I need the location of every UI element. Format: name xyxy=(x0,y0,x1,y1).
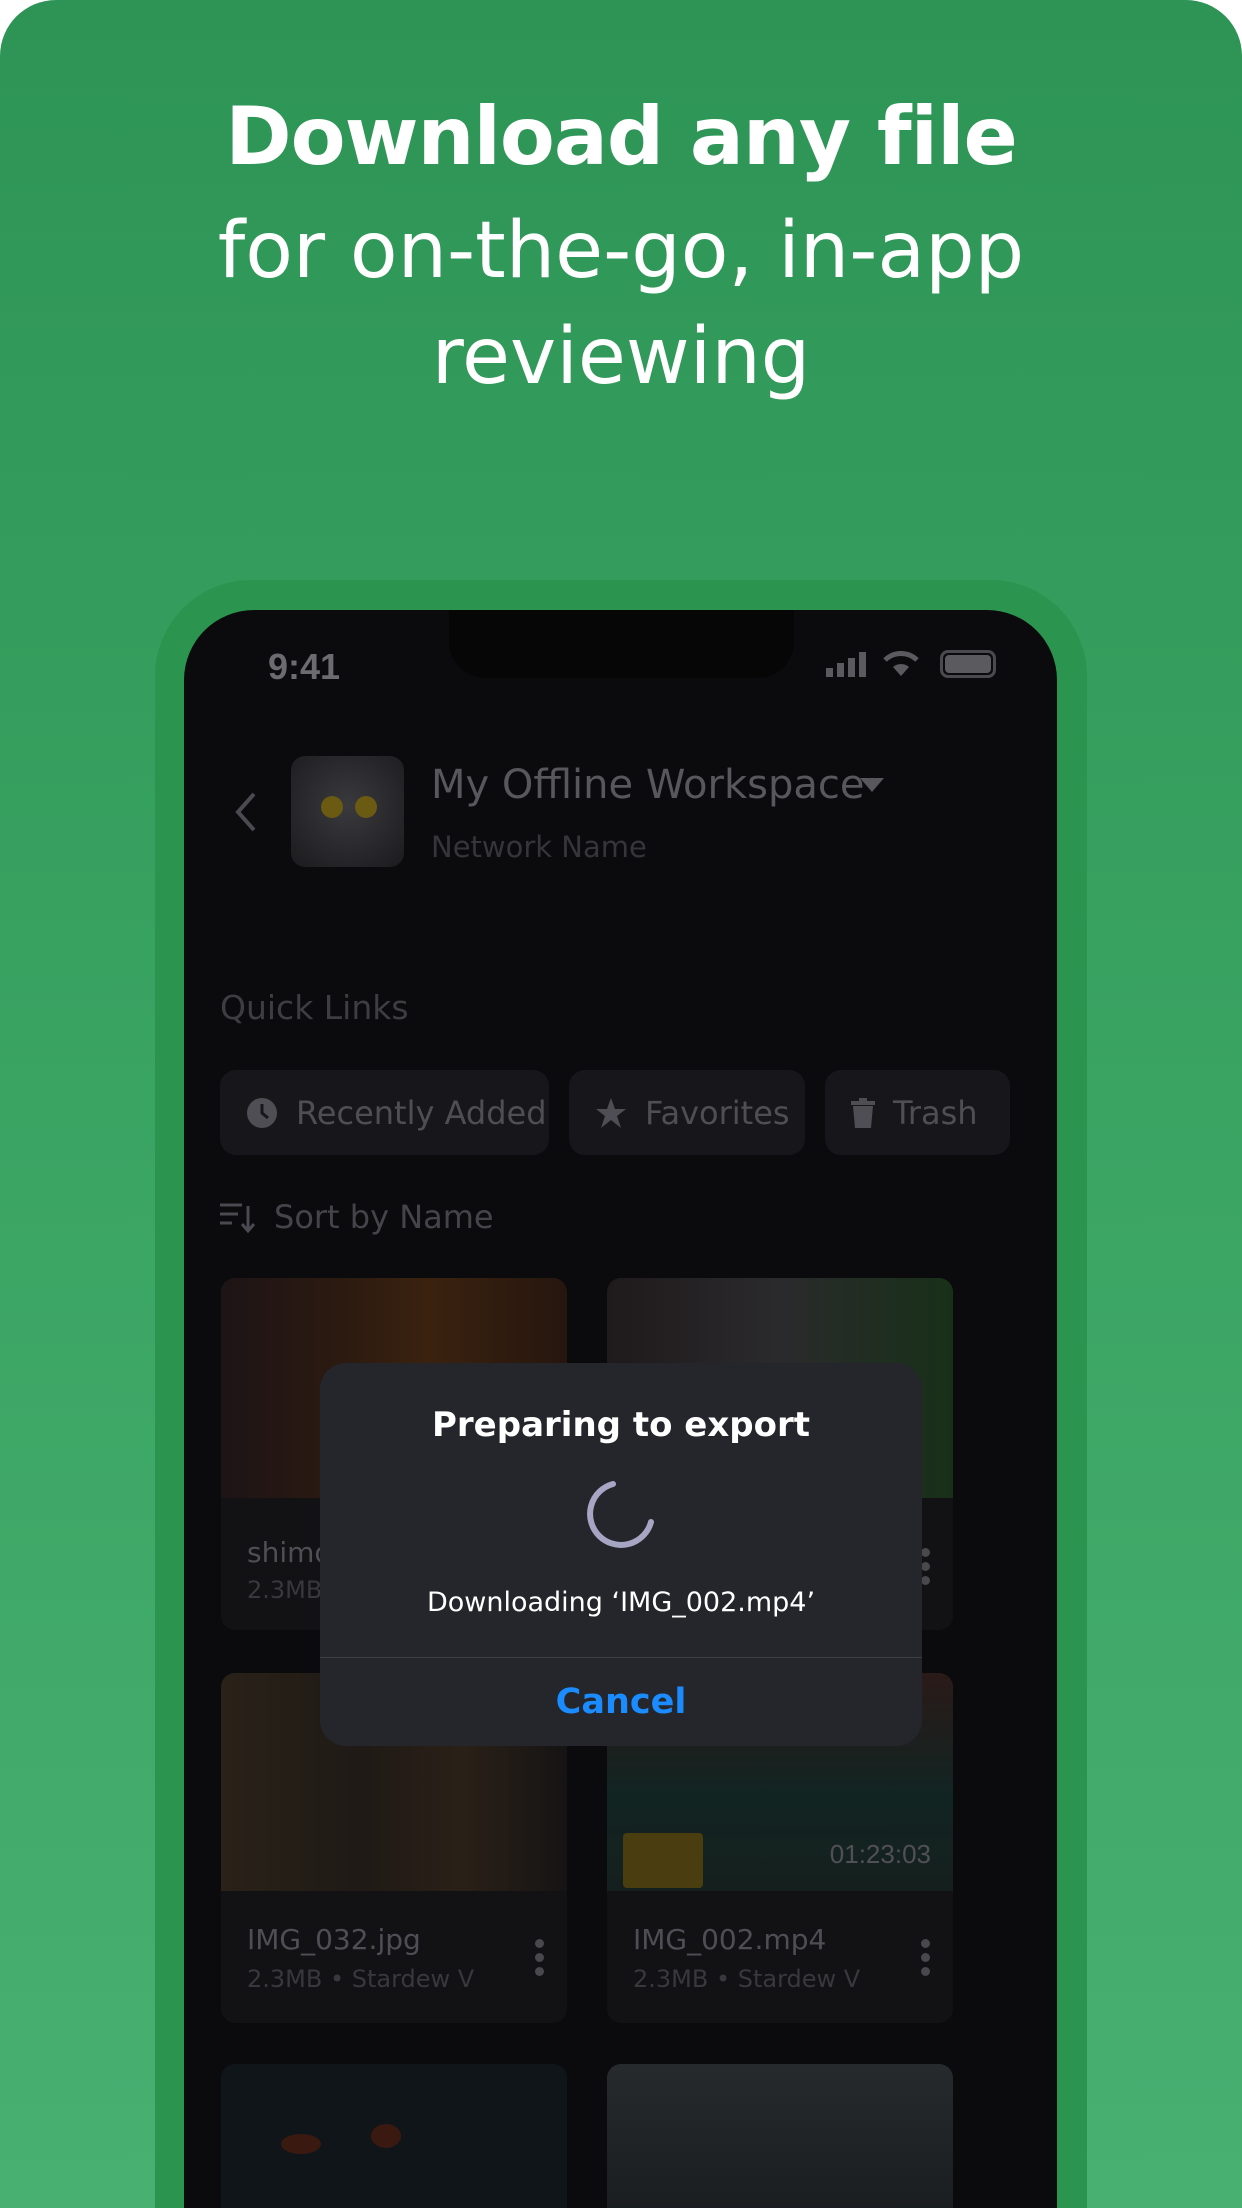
notch xyxy=(449,610,794,678)
signal-icon xyxy=(826,652,866,677)
file-card[interactable] xyxy=(221,2064,567,2208)
cancel-button[interactable]: Cancel xyxy=(320,1658,922,1746)
trash-icon xyxy=(851,1097,875,1128)
file-name: IMG_032.jpg xyxy=(247,1923,421,1956)
promo-background: Download any file for on-the-go, in-app … xyxy=(0,0,1242,2208)
file-name: IMG_002.mp4 xyxy=(633,1923,827,1956)
headline-line3: reviewing xyxy=(431,312,811,402)
sort-label[interactable]: Sort by Name xyxy=(274,1198,494,1236)
dialog-title: Preparing to export xyxy=(432,1405,810,1445)
dialog-message: Downloading ‘IMG_002.mp4’ xyxy=(426,1587,816,1618)
workspace-avatar xyxy=(291,756,404,867)
more-options-icon[interactable] xyxy=(921,1548,931,1585)
star-icon xyxy=(596,1097,626,1128)
sort-icon[interactable] xyxy=(220,1202,256,1234)
network-name: Network Name xyxy=(431,830,647,864)
chip-favorites[interactable]: Favorites xyxy=(569,1070,805,1155)
quick-links-heading: Quick Links xyxy=(220,988,409,1027)
loading-spinner-icon xyxy=(587,1481,654,1548)
chip-label: Trash xyxy=(893,1093,978,1132)
chip-trash[interactable]: Trash xyxy=(825,1070,1010,1155)
headline-subtitle: for on-the-go, in-app reviewing xyxy=(0,198,1242,410)
file-name: shimo xyxy=(247,1536,332,1569)
wifi-icon xyxy=(883,651,919,676)
status-time: 9:41 xyxy=(268,646,341,687)
export-dialog: Preparing to export Downloading ‘IMG_002… xyxy=(320,1363,922,1746)
caret-down-icon[interactable] xyxy=(860,778,884,792)
video-duration: 01:23:03 xyxy=(829,1839,931,1869)
file-meta: 2.3MB xyxy=(247,1576,323,1604)
chip-label: Favorites xyxy=(645,1093,790,1132)
chip-label: Recently Added xyxy=(296,1093,547,1132)
clock-icon xyxy=(247,1097,277,1128)
workspace-title[interactable]: My Offline Workspace xyxy=(431,762,864,808)
file-meta: 2.3MB • Stardew V xyxy=(633,1965,861,1993)
file-card[interactable] xyxy=(607,2064,953,2208)
file-meta: 2.3MB • Stardew V xyxy=(247,1965,475,1993)
headline-title: Download any file xyxy=(225,90,1018,183)
headline-line2: for on-the-go, in-app xyxy=(217,206,1025,296)
more-options-icon[interactable] xyxy=(921,1939,931,1976)
battery-icon xyxy=(940,650,996,678)
more-options-icon[interactable] xyxy=(535,1939,545,1976)
phone-screen: 9:41 My Offline Workspace Network Name Q… xyxy=(184,610,1057,2208)
chip-recently-added[interactable]: Recently Added xyxy=(220,1070,549,1155)
back-chevron-icon[interactable] xyxy=(232,790,260,834)
